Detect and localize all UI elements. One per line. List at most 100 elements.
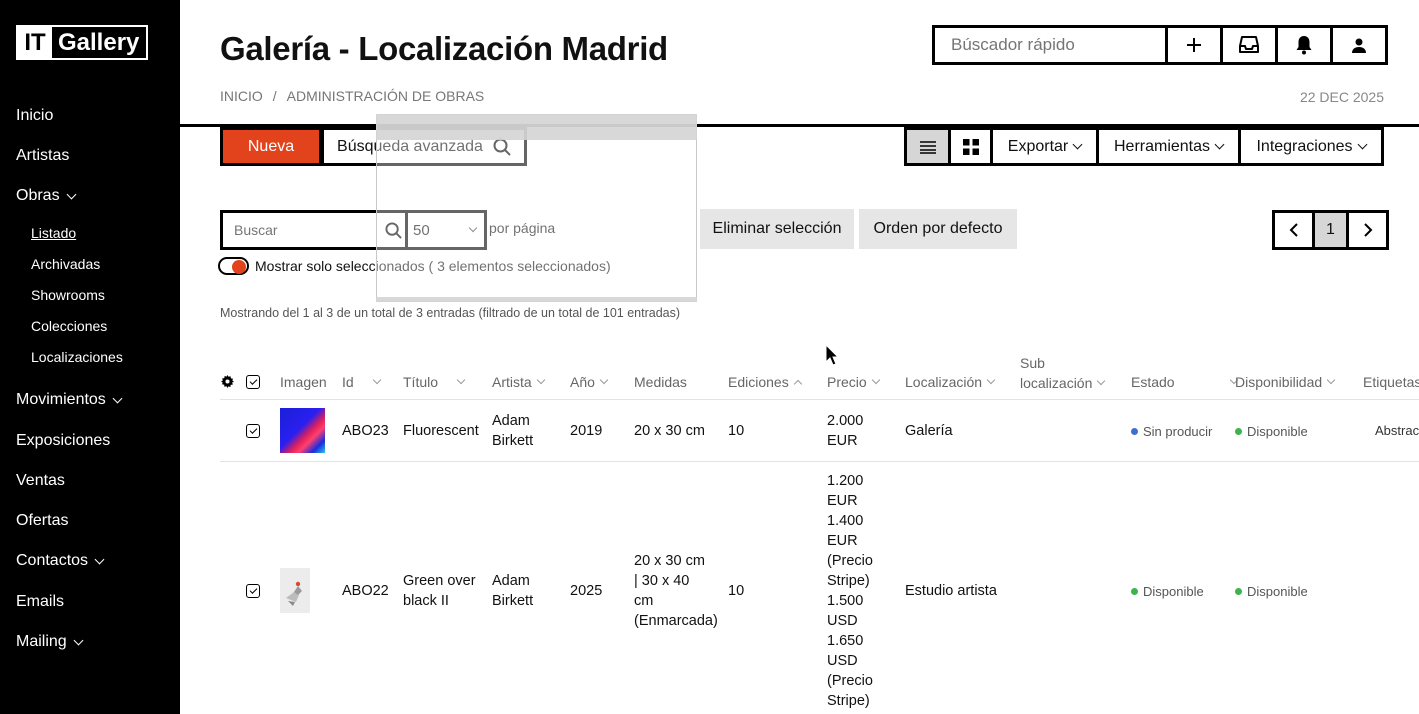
cell-line: USD	[827, 613, 858, 629]
col-header-label: Ediciones	[728, 374, 789, 390]
cell-ano: 2019	[570, 423, 603, 439]
sidebar-item-movimientos[interactable]: Movimientos	[16, 391, 123, 409]
col-header-label: Precio	[827, 374, 867, 390]
top-actions	[932, 25, 1388, 65]
col-header-disponibilidad[interactable]: Disponibilidad	[1235, 374, 1336, 390]
sidebar-sub-listado[interactable]: Listado	[31, 225, 76, 241]
drag-ghost-panel	[376, 114, 697, 302]
col-header-ediciones[interactable]: Ediciones	[728, 374, 802, 390]
integrations-dropdown[interactable]: Integraciones	[1241, 130, 1381, 163]
search-input[interactable]	[223, 213, 381, 247]
sidebar-item-artistas[interactable]: Artistas	[16, 147, 69, 165]
col-header-label: Año	[570, 374, 595, 390]
quick-search-input[interactable]	[935, 28, 1165, 62]
col-header-artista[interactable]: Artista	[492, 374, 545, 390]
chevron-down-icon	[1072, 139, 1083, 150]
status-badge: Disponible	[1131, 584, 1204, 599]
show-selected-toggle[interactable]	[218, 257, 249, 275]
sidebar-item-label: Inicio	[16, 107, 54, 124]
col-header-localizacion[interactable]: Localización	[905, 374, 996, 390]
breadcrumb-admin-obras[interactable]: ADMINISTRACIÓN DE OBRAS	[287, 88, 485, 104]
breadcrumb-separator: /	[272, 88, 277, 104]
new-button[interactable]: Nueva	[220, 127, 322, 166]
default-order-button[interactable]: Orden por defecto	[859, 209, 1017, 249]
status-dot	[1235, 428, 1242, 435]
col-header-estado[interactable]: Estado	[1131, 374, 1238, 390]
inbox-icon	[1239, 36, 1259, 53]
cell-medidas: 20 x 30 cm	[634, 423, 705, 439]
sort-icon	[986, 375, 996, 385]
col-header-titulo[interactable]: Título	[403, 374, 466, 390]
pagination: 1	[1272, 210, 1389, 250]
chevron-down-icon	[1214, 139, 1225, 150]
logo[interactable]: IT Gallery	[16, 25, 148, 60]
gear-icon[interactable]	[221, 375, 234, 388]
sidebar-item-obras[interactable]: Obras	[16, 187, 77, 205]
artwork-thumbnail[interactable]	[280, 408, 325, 453]
sidebar-item-emails[interactable]: Emails	[16, 593, 64, 611]
sort-icon	[536, 375, 545, 385]
list-view-button[interactable]	[907, 130, 951, 163]
sort-icon	[871, 375, 880, 385]
sort-icon	[372, 375, 381, 385]
sidebar-sub-archivadas[interactable]: Archivadas	[31, 256, 100, 272]
cell-ediciones: 10	[728, 423, 745, 439]
cell-line: | 30 x 40	[634, 573, 690, 589]
sidebar-item-label: Obras	[16, 187, 60, 204]
cell-line: cm	[634, 593, 654, 609]
sidebar-item-ofertas[interactable]: Ofertas	[16, 512, 68, 530]
notifications-button[interactable]	[1275, 28, 1330, 62]
delete-selection-button[interactable]: Eliminar selección	[700, 209, 854, 249]
inbox-button[interactable]	[1220, 28, 1275, 62]
cell-titulo[interactable]: Fluorescent	[403, 421, 479, 441]
col-header-label: Título	[403, 374, 439, 390]
col-header-label: Etiquetas	[1363, 374, 1419, 390]
cell-line: Stripe)	[827, 693, 870, 709]
sort-icon	[456, 375, 466, 385]
sidebar-sub-showrooms[interactable]: Showrooms	[31, 287, 105, 303]
sidebar-item-ventas[interactable]: Ventas	[16, 472, 65, 490]
tools-dropdown[interactable]: Herramientas	[1099, 130, 1241, 163]
artwork-thumbnail[interactable]	[280, 568, 310, 613]
sidebar-item-inicio[interactable]: Inicio	[16, 107, 53, 125]
drag-ghost-bottom	[376, 297, 697, 302]
cell-ano: 2025	[570, 583, 603, 599]
page-1-button[interactable]: 1	[1312, 213, 1349, 247]
tools-label: Herramientas	[1113, 137, 1211, 155]
breadcrumb-inicio[interactable]: INICIO	[220, 88, 263, 104]
next-page-button[interactable]	[1349, 213, 1386, 247]
col-header-ano[interactable]: Año	[570, 374, 609, 390]
col-header-id[interactable]: Id	[342, 374, 381, 390]
user-button[interactable]	[1330, 28, 1385, 62]
export-dropdown[interactable]: Exportar	[993, 130, 1099, 163]
cell-line: 20 x 30 cm	[634, 553, 705, 569]
sidebar-item-contactos[interactable]: Contactos	[16, 552, 105, 570]
cell-line: (Precio	[827, 553, 873, 569]
sidebar-item-exposiciones[interactable]: Exposiciones	[16, 432, 110, 450]
prev-page-button[interactable]	[1275, 213, 1312, 247]
status-dot	[1131, 428, 1138, 435]
select-all-checkbox[interactable]	[246, 375, 260, 389]
sidebar-sub-localizaciones[interactable]: Localizaciones	[31, 349, 123, 365]
status-label: Disponible	[1247, 424, 1308, 439]
cell-line: 2.000	[827, 413, 864, 429]
row-checkbox[interactable]	[246, 584, 260, 598]
sidebar-sub-colecciones[interactable]: Colecciones	[31, 318, 107, 334]
row-checkbox[interactable]	[246, 424, 260, 438]
col-header-label: Medidas	[634, 374, 687, 390]
logo-it: IT	[18, 27, 52, 58]
grid-view-button[interactable]	[951, 130, 993, 163]
user-icon	[1352, 38, 1366, 53]
sidebar-item-mailing[interactable]: Mailing	[16, 633, 84, 651]
cell-ediciones: 10	[728, 583, 745, 599]
cell-titulo[interactable]: Green over black II	[403, 571, 476, 611]
col-header-precio[interactable]: Precio	[827, 374, 880, 390]
sidebar-item-label: Contactos	[16, 552, 89, 569]
table-header-divider	[220, 399, 1419, 400]
col-header-sublocalizacion[interactable]: Sub localización	[1020, 353, 1106, 393]
cell-line: Green over	[403, 573, 476, 589]
cell-line: black II	[403, 593, 449, 609]
add-button[interactable]	[1165, 28, 1220, 62]
cell-artista: Adam Birkett	[492, 571, 533, 611]
sidebar-item-label: Ventas	[16, 472, 65, 489]
